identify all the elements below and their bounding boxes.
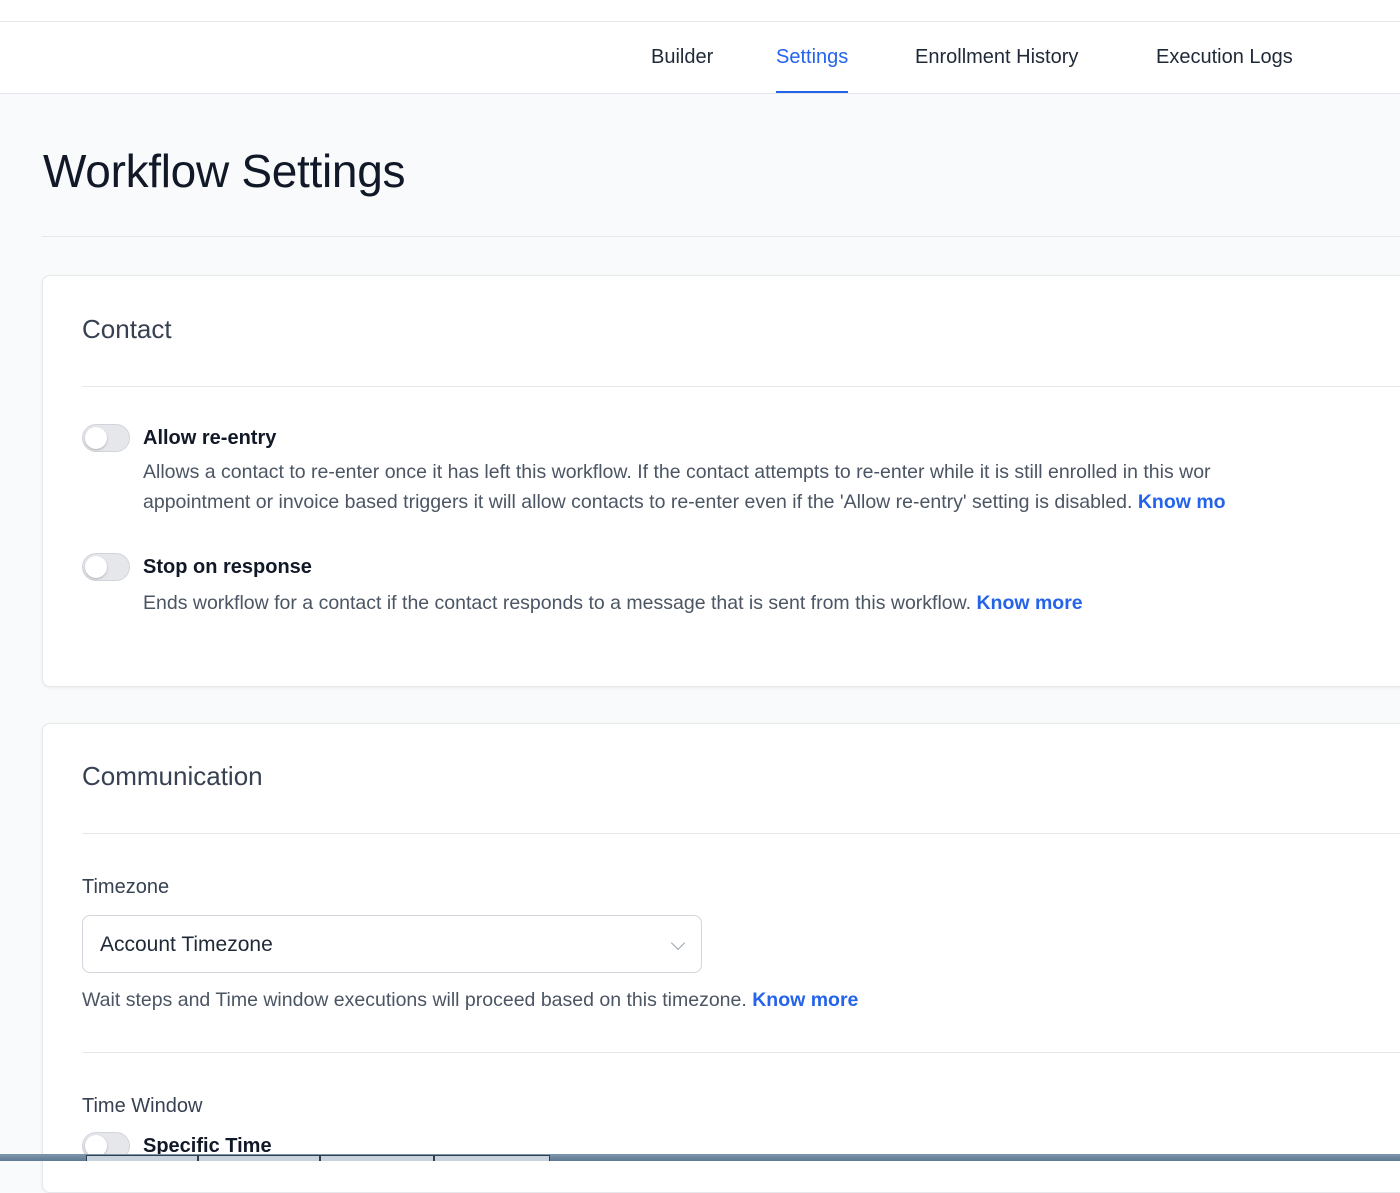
timezone-label: Timezone xyxy=(82,876,170,898)
tab-builder[interactable]: Builder xyxy=(651,22,713,93)
stop-on-response-toggle[interactable] xyxy=(82,553,130,581)
timezone-help-desc: Wait steps and Time window executions wi… xyxy=(82,989,753,1011)
workflow-tab-bar: Builder Settings Enrollment History Exec… xyxy=(0,22,1400,94)
timezone-select-value: Account Timezone xyxy=(100,933,273,956)
contact-card-title: Contact xyxy=(82,314,172,344)
allow-reentry-desc-line2: appointment or invoice based triggers it… xyxy=(143,487,1226,517)
communication-card-title: Communication xyxy=(82,761,263,791)
stop-on-response-label: Stop on response xyxy=(143,556,312,578)
allow-reentry-description: Allows a contact to re-enter once it has… xyxy=(143,457,1226,517)
communication-card: Communication Timezone Account Timezone … xyxy=(42,723,1400,1193)
toggle-knob xyxy=(85,427,107,449)
toggle-knob xyxy=(85,556,107,578)
chevron-down-icon xyxy=(670,935,686,951)
contact-card-divider xyxy=(82,386,1400,387)
timezone-select[interactable]: Account Timezone xyxy=(82,915,702,973)
taskbar-button[interactable] xyxy=(86,1155,198,1161)
contact-card: Contact Allow re-entry Allows a contact … xyxy=(42,275,1400,687)
allow-reentry-toggle[interactable] xyxy=(82,424,130,452)
os-taskbar xyxy=(0,1154,1400,1161)
communication-section-divider xyxy=(82,1052,1400,1053)
allow-reentry-label: Allow re-entry xyxy=(143,427,277,449)
timezone-know-more-link[interactable]: Know more xyxy=(752,989,858,1011)
timezone-help-text: Wait steps and Time window executions wi… xyxy=(82,989,858,1012)
tab-enrollment-history[interactable]: Enrollment History xyxy=(915,22,1078,93)
allow-reentry-desc-line2-text: appointment or invoice based triggers it… xyxy=(143,491,1138,513)
communication-card-divider xyxy=(82,833,1400,834)
time-window-label: Time Window xyxy=(82,1095,203,1117)
tab-execution-logs[interactable]: Execution Logs xyxy=(1156,22,1293,93)
tab-settings[interactable]: Settings xyxy=(776,22,849,93)
allow-reentry-know-more-link[interactable]: Know mo xyxy=(1138,491,1226,513)
taskbar-button[interactable] xyxy=(320,1155,434,1161)
stop-on-response-know-more-link[interactable]: Know more xyxy=(976,592,1082,614)
page-title: Workflow Settings xyxy=(43,145,406,197)
window-top-strip xyxy=(0,0,1400,22)
taskbar-button[interactable] xyxy=(434,1155,550,1161)
stop-on-response-description: Ends workflow for a contact if the conta… xyxy=(143,588,1083,618)
title-divider xyxy=(42,236,1400,237)
taskbar-button[interactable] xyxy=(198,1155,320,1161)
allow-reentry-desc-line1: Allows a contact to re-enter once it has… xyxy=(143,461,1211,483)
stop-on-response-desc-text: Ends workflow for a contact if the conta… xyxy=(143,592,977,614)
